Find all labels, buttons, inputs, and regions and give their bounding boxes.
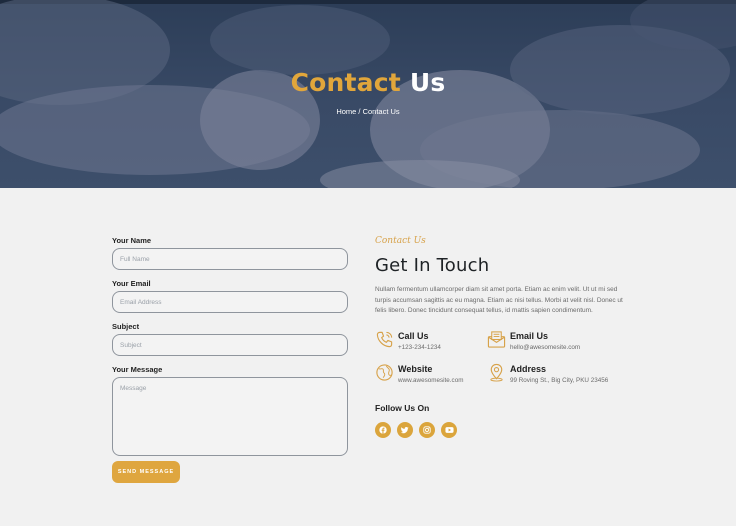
email-icon [487,331,506,348]
contact-form: Your Name Full Name Your Email Email Add… [112,236,348,465]
email-address[interactable]: hello@awesomesite.com [510,344,580,351]
breadcrumb[interactable]: Home / Contact Us [0,107,736,116]
email-label: Your Email [112,279,151,288]
globe-icon [376,364,393,381]
name-placeholder: Full Name [120,255,150,263]
email-field[interactable]: Email Address [112,291,348,313]
phone-icon [376,331,393,348]
section-title: Get In Touch [375,255,490,276]
facebook-icon[interactable] [375,422,391,438]
contact-item-title: Call Us [398,331,429,341]
phone-number[interactable]: +123-234-1234 [398,344,441,351]
contact-item-address: Address 99 Roving St., Big City, PKU 234… [487,363,627,389]
contact-item-title: Address [510,364,547,374]
youtube-icon[interactable] [441,422,457,438]
send-message-button[interactable]: SEND MESSAGE [112,461,180,483]
contact-item-website: Website www.awesomesite.com [375,363,505,389]
follow-us-heading: Follow Us On [375,403,430,413]
name-label: Your Name [112,236,152,245]
section-eyebrow: Contact Us [375,236,426,246]
social-links [375,422,457,438]
contact-item-call: Call Us +123-234-1234 [375,330,505,356]
map-pin-icon [490,363,503,382]
name-field[interactable]: Full Name [112,248,348,270]
page-title: Contact Us [0,68,736,97]
section-description: Nullam fermentum ullamcorper diam sit am… [375,286,623,314]
message-placeholder: Message [120,385,147,392]
hero-banner: Contact Us Home / Contact Us [0,0,736,188]
street-address: 99 Roving St., Big City, PKU 23456 [510,377,609,384]
subject-label: Subject [112,322,140,331]
twitter-icon[interactable] [397,422,413,438]
contact-item-title: Website [398,364,433,374]
contact-item-email: Email Us hello@awesomesite.com [487,330,617,356]
message-field[interactable]: Message [112,377,348,456]
contact-info: Contact Us Get In Touch Nullam fermentum… [375,236,625,317]
instagram-icon[interactable] [419,422,435,438]
page-title-accent: Contact [290,68,401,97]
email-placeholder: Email Address [120,298,162,306]
message-label: Your Message [112,365,163,374]
subject-field[interactable]: Subject [112,334,348,356]
page-title-rest: Us [409,68,446,97]
subject-placeholder: Subject [120,341,142,349]
website-link[interactable]: www.awesomesite.com [398,377,463,384]
contact-item-title: Email Us [510,331,549,341]
